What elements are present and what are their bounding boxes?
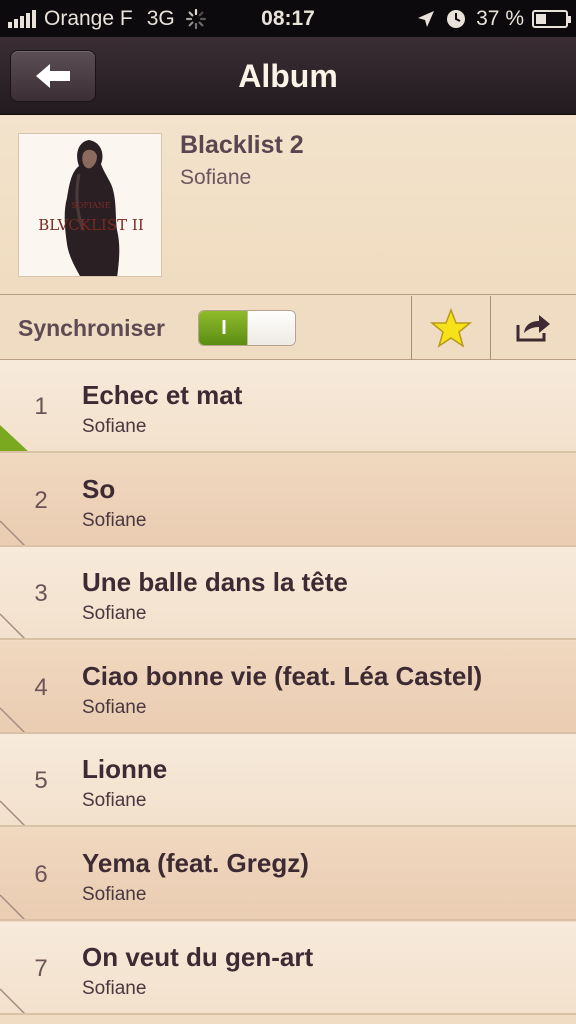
track-number: 2 xyxy=(34,486,48,514)
album-screen: Orange F 3G 08:17 37 % Album SOFIANE BLV… xyxy=(0,0,576,1024)
track-title: Ciao bonne vie (feat. Léa Castel) xyxy=(82,660,483,691)
album-title: Blacklist 2 xyxy=(180,131,304,159)
track-artist: Sofiane xyxy=(82,696,147,718)
track-row[interactable]: 1 Echec et mat Sofiane xyxy=(0,360,576,453)
track-artist: Sofiane xyxy=(82,790,147,812)
track-row[interactable]: 3 Une balle dans la tête Sofiane xyxy=(0,547,576,641)
album-toolbar: Synchroniser I xyxy=(0,296,576,360)
track-row[interactable]: 4 Ciao bonne vie (feat. Léa Castel) Sofian… xyxy=(0,640,576,734)
toggle-knob xyxy=(247,311,295,345)
track-title: On veut du gen-art xyxy=(82,941,314,972)
track-row[interactable]: 7 On veut du gen-art Sofiane xyxy=(0,921,576,1015)
track-row[interactable]: 6 Yema (feat. Gregz) Sofiane xyxy=(0,828,576,921)
battery-icon xyxy=(532,9,571,28)
location-arrow-icon xyxy=(418,10,435,27)
toggle-on-label: I xyxy=(199,311,249,345)
track-artist: Sofiane xyxy=(82,977,147,999)
track-list: 1 Echec et mat Sofiane 2 So Sofiane 3 Une balle… xyxy=(0,360,576,1024)
status-bar: Orange F 3G 08:17 37 % xyxy=(0,0,576,37)
sync-label: Synchroniser xyxy=(18,315,165,341)
favorite-button[interactable] xyxy=(412,296,490,360)
status-right: 37 % xyxy=(416,0,571,37)
share-button[interactable] xyxy=(491,296,576,360)
track-row[interactable]: 2 So Sofiane xyxy=(0,453,576,547)
battery-percent: 37 % xyxy=(476,6,524,30)
track-title: Yema (feat. Gregz) xyxy=(82,848,309,878)
cover-text: BLVCKLIST II xyxy=(38,216,144,234)
album-cover[interactable]: SOFIANE BLVCKLIST II xyxy=(18,133,162,277)
track-number: 7 xyxy=(34,954,48,982)
cover-small-text: SOFIANE xyxy=(71,201,111,210)
navigation-bar: Album xyxy=(0,37,576,115)
album-artist: Sofiane xyxy=(180,166,252,189)
track-number: 1 xyxy=(34,393,48,420)
track-artist: Sofiane xyxy=(82,509,147,531)
track-number: 5 xyxy=(34,767,48,795)
track-artist: Sofiane xyxy=(82,416,147,437)
album-header: SOFIANE BLVCKLIST II Blacklist 2 Sofiane xyxy=(0,115,576,295)
star-icon xyxy=(430,308,472,348)
track-title: Une balle dans la tête xyxy=(82,567,348,598)
album-cover-art: SOFIANE BLVCKLIST II xyxy=(19,134,161,276)
track-number: 3 xyxy=(34,580,48,608)
clock-icon xyxy=(447,9,466,28)
battery-level-fill xyxy=(536,13,546,24)
track-title: So xyxy=(82,473,116,504)
track-number: 6 xyxy=(34,861,48,888)
track-artist: Sofiane xyxy=(82,603,147,625)
sync-toggle[interactable]: I xyxy=(198,310,296,346)
track-title: Echec et mat xyxy=(82,380,243,410)
share-icon xyxy=(516,315,550,342)
page-title: Album xyxy=(238,58,338,94)
track-title: Lionne xyxy=(82,754,168,785)
track-row[interactable]: 5 Lionne Sofiane xyxy=(0,734,576,828)
track-artist: Sofiane xyxy=(82,884,147,905)
track-number: 4 xyxy=(34,673,48,701)
